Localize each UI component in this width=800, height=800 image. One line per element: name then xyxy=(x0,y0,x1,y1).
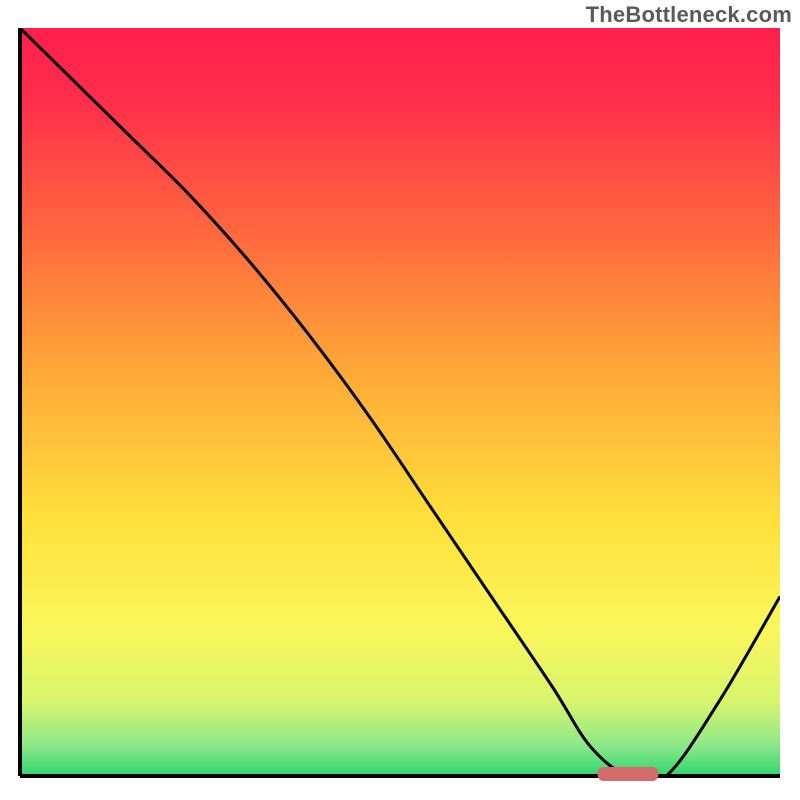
chart-container: TheBottleneck.com xyxy=(0,0,800,800)
optimal-range-marker xyxy=(598,767,659,781)
watermark-label: TheBottleneck.com xyxy=(586,2,792,28)
chart-svg xyxy=(0,0,800,800)
